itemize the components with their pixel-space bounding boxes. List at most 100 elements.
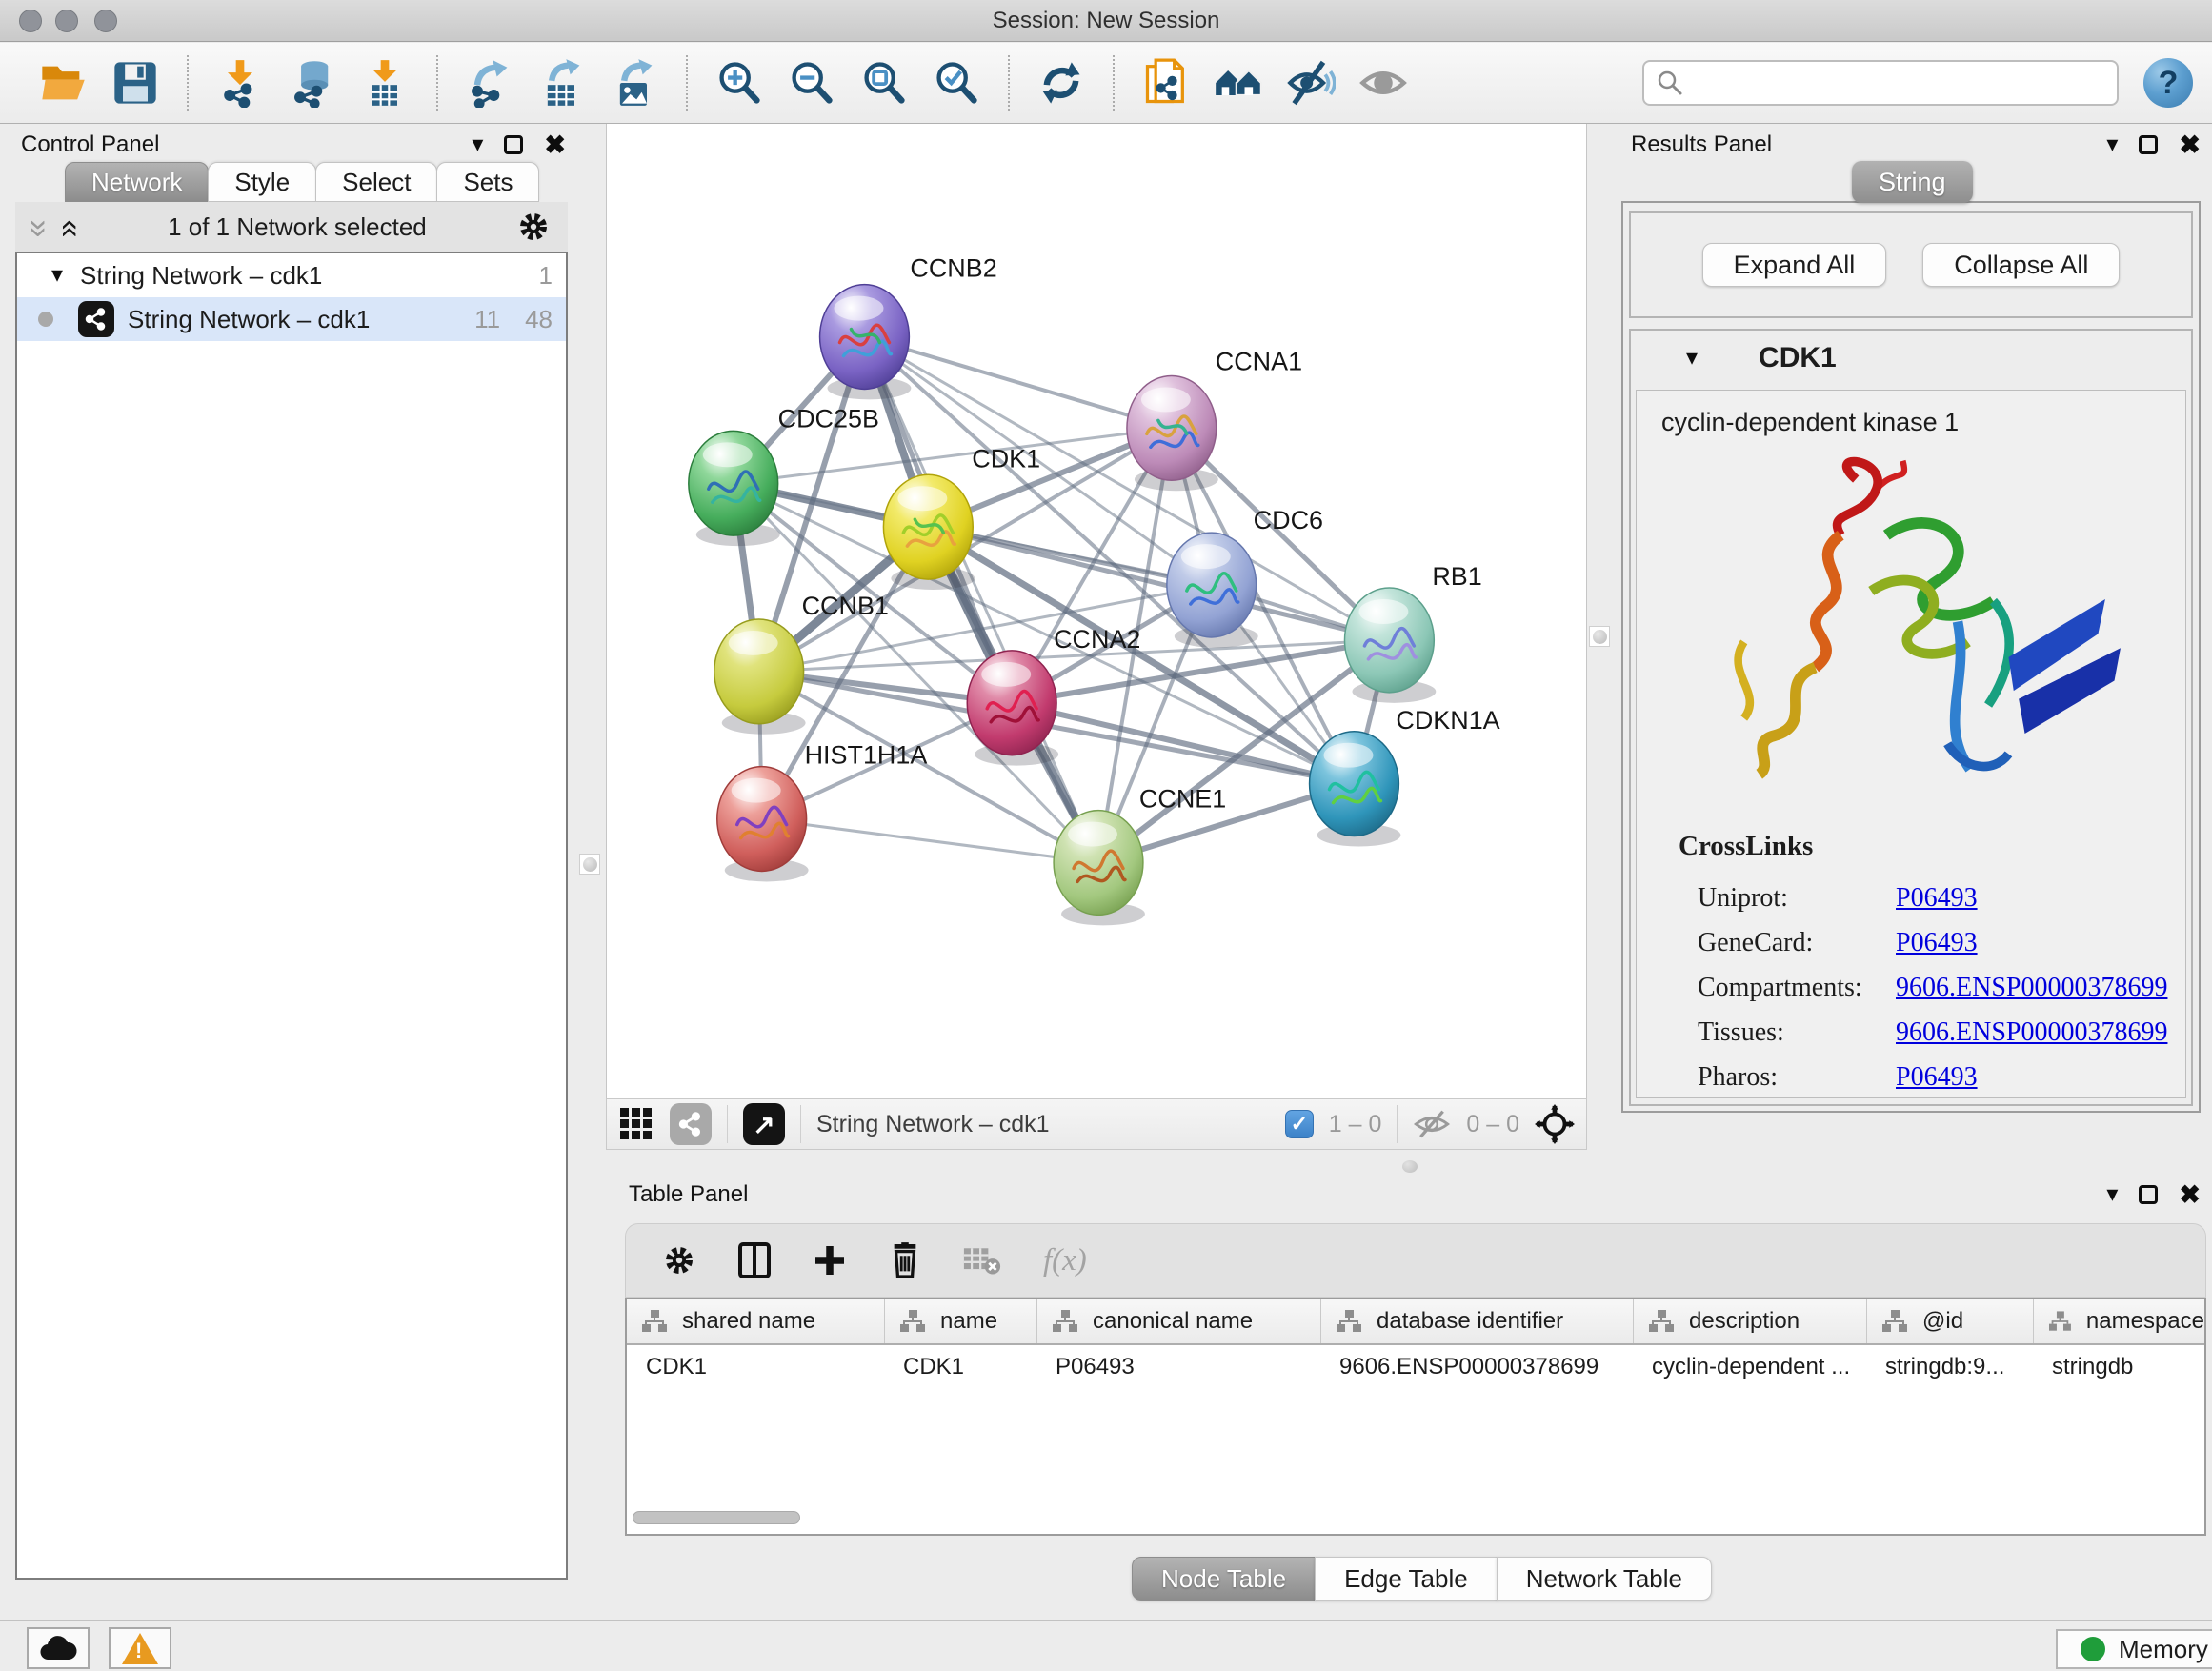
genecard-link[interactable]: P06493 xyxy=(1896,928,1978,957)
horizontal-scrollbar-thumb[interactable] xyxy=(633,1511,800,1524)
float-panel-icon[interactable] xyxy=(2139,1185,2158,1204)
bottom-splitter-handle[interactable] xyxy=(1402,1160,1418,1173)
export-network-icon[interactable] xyxy=(463,56,516,110)
fit-selected-crosshair-icon[interactable] xyxy=(1535,1104,1575,1144)
right-splitter-handle[interactable] xyxy=(1589,626,1610,647)
import-network-icon[interactable] xyxy=(213,56,267,110)
tab-string-results[interactable]: String xyxy=(1852,161,1973,203)
hidden-eye-icon[interactable] xyxy=(1413,1108,1451,1140)
network-edge-CCNA2-CDKN1A[interactable] xyxy=(1012,703,1354,784)
column-header-description[interactable]: description xyxy=(1633,1299,1866,1343)
expand-all-networks-icon[interactable]: » xyxy=(23,220,55,234)
network-options-gear-icon[interactable] xyxy=(516,210,551,244)
import-table-icon[interactable] xyxy=(358,56,412,110)
protein-structure-image xyxy=(1703,438,2151,805)
add-column-icon[interactable] xyxy=(813,1243,847,1278)
zoom-out-icon[interactable] xyxy=(785,56,838,110)
birds-eye-grid-icon[interactable] xyxy=(618,1106,654,1142)
search-field[interactable] xyxy=(1642,60,2119,106)
float-panel-icon[interactable] xyxy=(504,135,523,154)
network-row-selected[interactable]: String Network – cdk1 11 48 xyxy=(17,297,566,341)
search-icon xyxy=(1656,69,1684,97)
refresh-icon[interactable] xyxy=(1035,56,1088,110)
warning-icon xyxy=(122,1633,158,1664)
collapse-all-networks-icon[interactable]: « xyxy=(54,220,87,234)
column-header-id[interactable]: @id xyxy=(1866,1299,2033,1343)
pharos-link[interactable]: P06493 xyxy=(1896,1062,1978,1092)
open-in-browser-icon[interactable]: ↗ xyxy=(743,1103,785,1145)
export-table-icon[interactable] xyxy=(535,56,589,110)
column-header-name[interactable]: name xyxy=(884,1299,1036,1343)
memory-button[interactable]: Memory xyxy=(2056,1629,2212,1669)
cell-namespace[interactable]: stringdb xyxy=(2033,1354,2204,1380)
float-panel-icon[interactable] xyxy=(2139,135,2158,154)
show-columns-icon[interactable] xyxy=(738,1242,771,1278)
import-database-icon[interactable] xyxy=(286,56,339,110)
table-header-row: shared name name canonical name database… xyxy=(627,1299,2204,1345)
collection-collapse-icon[interactable]: ▾ xyxy=(51,264,63,287)
network-edge-CDK1-RB1[interactable] xyxy=(928,527,1389,640)
cell-database-identifier[interactable]: 9606.ENSP00000378699 xyxy=(1320,1354,1633,1380)
cell-canonical-name[interactable]: P06493 xyxy=(1036,1354,1320,1380)
cell-name[interactable]: CDK1 xyxy=(884,1354,1036,1380)
tab-network[interactable]: Network xyxy=(65,162,209,202)
delete-column-icon[interactable] xyxy=(889,1242,921,1278)
delete-table-icon[interactable] xyxy=(963,1245,1001,1276)
search-input[interactable] xyxy=(1684,69,2105,97)
control-panel-tabs: Network Style Select Sets xyxy=(65,162,538,202)
tissues-link[interactable]: 9606.ENSP00000378699 xyxy=(1896,1017,2167,1047)
selected-checkbox-icon[interactable]: ✓ xyxy=(1285,1110,1314,1138)
node-label-CCNB1: CCNB1 xyxy=(802,592,889,620)
expand-all-button[interactable]: Expand All xyxy=(1702,243,1887,287)
network-edge-CCNE1-HIST1H1A[interactable] xyxy=(762,819,1098,863)
column-header-shared-name[interactable]: shared name xyxy=(627,1299,884,1343)
collapse-all-button[interactable]: Collapse All xyxy=(1922,243,2120,287)
close-panel-icon[interactable]: ✖ xyxy=(544,132,566,158)
network-collection-row[interactable]: ▾ String Network – cdk1 1 xyxy=(17,253,566,297)
string-style-icon[interactable] xyxy=(670,1103,712,1145)
zoom-selected-icon[interactable] xyxy=(930,56,983,110)
cell-id[interactable]: stringdb:9... xyxy=(1866,1354,2033,1380)
network-graph[interactable]: CCNB2CCNA1CDC25BCDK1CDC6RB1CCNB1CCNA2CDK… xyxy=(607,124,1586,1098)
tab-sets[interactable]: Sets xyxy=(436,162,539,202)
network-edge-CCNB2-CCNE1[interactable] xyxy=(864,337,1098,863)
close-panel-icon[interactable]: ✖ xyxy=(2179,132,2201,158)
table-row[interactable]: CDK1 CDK1 P06493 9606.ENSP00000378699 cy… xyxy=(627,1345,2204,1389)
cell-description[interactable]: cyclin-dependent ... xyxy=(1633,1354,1866,1380)
uniprot-link[interactable]: P06493 xyxy=(1896,883,1978,913)
tab-network-table[interactable]: Network Table xyxy=(1497,1557,1712,1601)
panel-menu-icon[interactable]: ▾ xyxy=(2106,1183,2118,1206)
gene-collapse-icon[interactable]: ▾ xyxy=(1686,347,1698,370)
hide-eye-icon[interactable] xyxy=(1284,56,1337,110)
tab-edge-table[interactable]: Edge Table xyxy=(1315,1557,1498,1601)
network-canvas[interactable]: CCNB2CCNA1CDC25BCDK1CDC6RB1CCNB1CCNA2CDK… xyxy=(606,124,1587,1098)
warnings-button[interactable] xyxy=(109,1627,171,1669)
column-header-database-identifier[interactable]: database identifier xyxy=(1320,1299,1633,1343)
help-button[interactable]: ? xyxy=(2143,58,2193,108)
crosslink-row: Tissues: 9606.ENSP00000378699 xyxy=(1679,1010,2167,1055)
cell-shared-name[interactable]: CDK1 xyxy=(627,1354,884,1380)
panel-menu-icon[interactable]: ▾ xyxy=(472,133,483,156)
export-image-icon[interactable] xyxy=(608,56,661,110)
open-session-icon[interactable] xyxy=(36,56,90,110)
close-panel-icon[interactable]: ✖ xyxy=(2179,1182,2201,1208)
homes-icon[interactable] xyxy=(1212,56,1265,110)
save-session-icon[interactable] xyxy=(109,56,162,110)
compartments-link[interactable]: 9606.ENSP00000378699 xyxy=(1896,973,2167,1002)
function-builder-icon[interactable]: f(x) xyxy=(1043,1243,1087,1278)
left-splitter-handle[interactable] xyxy=(579,854,600,875)
zoom-in-icon[interactable] xyxy=(713,56,766,110)
table-options-gear-icon[interactable] xyxy=(662,1243,696,1278)
tab-style[interactable]: Style xyxy=(208,162,316,202)
tab-select[interactable]: Select xyxy=(315,162,437,202)
show-eye-icon[interactable] xyxy=(1357,56,1410,110)
panel-menu-icon[interactable]: ▾ xyxy=(2106,133,2118,156)
network-edge-CCNB2-CCNA1[interactable] xyxy=(864,337,1171,429)
cloud-status-button[interactable] xyxy=(27,1627,90,1669)
zoom-fit-icon[interactable] xyxy=(857,56,911,110)
tab-node-table[interactable]: Node Table xyxy=(1132,1557,1316,1601)
gene-section-header[interactable]: ▾ CDK1 xyxy=(1631,331,2191,386)
column-header-namespace[interactable]: namespace xyxy=(2033,1299,2204,1343)
column-header-canonical-name[interactable]: canonical name xyxy=(1036,1299,1320,1343)
share-document-icon[interactable] xyxy=(1139,56,1193,110)
